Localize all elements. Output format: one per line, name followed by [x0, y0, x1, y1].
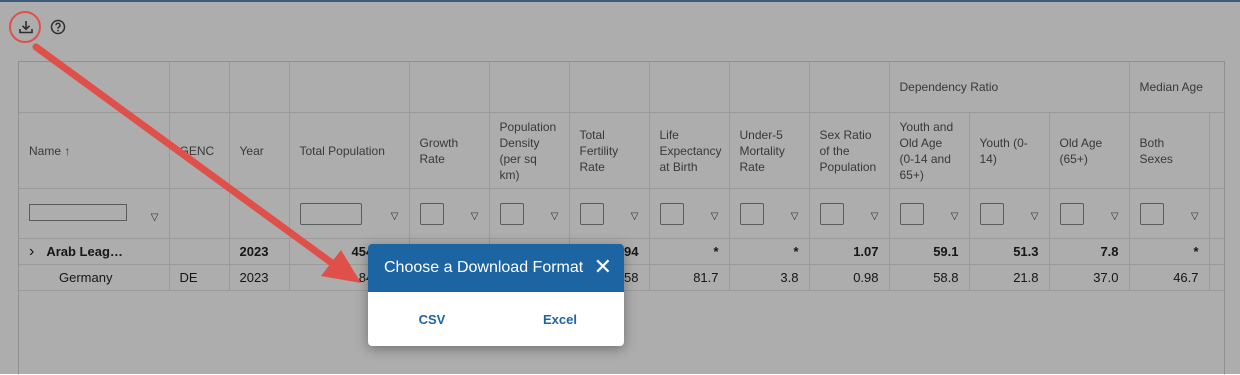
dialog-header: Choose a Download Format ✕ [368, 244, 624, 292]
dialog-title: Choose a Download Format [384, 259, 584, 276]
download-format-dialog: Choose a Download Format ✕ CSV Excel [368, 244, 624, 346]
csv-button[interactable]: CSV [368, 312, 496, 327]
excel-button[interactable]: Excel [496, 312, 624, 327]
close-icon[interactable]: ✕ [594, 255, 612, 279]
